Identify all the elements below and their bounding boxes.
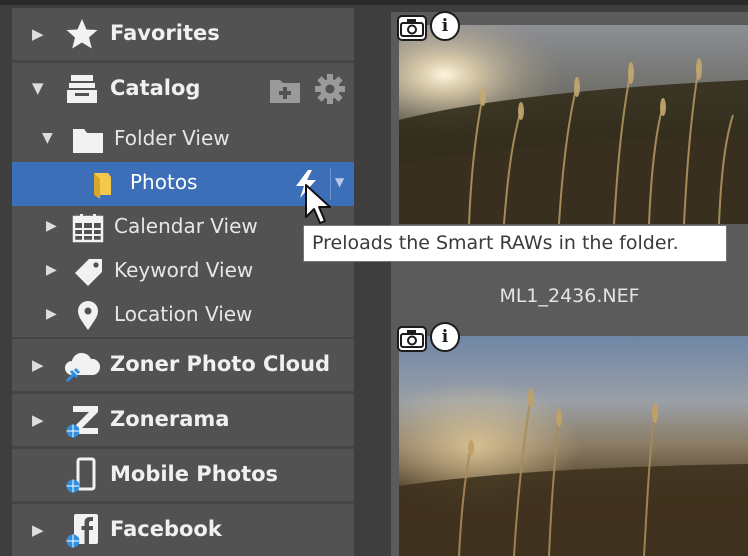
tree-item-folder-view[interactable]: ▼ Folder View	[12, 118, 354, 162]
collapse-arrow-icon[interactable]: ▼	[42, 130, 53, 146]
camera-icon	[397, 326, 427, 352]
tag-icon	[75, 259, 102, 286]
section-favorites[interactable]: ▶ Favorites	[12, 8, 354, 60]
camera-icon	[397, 15, 427, 41]
info-icon[interactable]: i	[430, 11, 460, 41]
calendar-icon	[72, 214, 104, 243]
mouse-cursor-icon	[305, 184, 331, 224]
location-pin-icon	[78, 301, 98, 330]
star-icon	[66, 19, 98, 49]
folder-icon	[94, 173, 111, 199]
section-facebook[interactable]: ▶ Facebook	[12, 504, 354, 556]
cloud-icon	[65, 352, 100, 383]
expand-arrow-icon[interactable]: ▶	[46, 306, 57, 322]
thumbnail-filename: ML1_2436.NEF	[499, 285, 640, 307]
tree-item-photos[interactable]: Photos ▼	[12, 162, 354, 206]
section-label: Zonerama	[110, 407, 230, 431]
thumbnail-image[interactable]	[399, 336, 748, 556]
section-label: Favorites	[110, 21, 220, 45]
tree-item-location-view[interactable]: ▶ Location View	[12, 294, 354, 338]
tree-item-label: Keyword View	[114, 258, 254, 282]
expand-arrow-icon[interactable]: ▶	[32, 25, 44, 43]
section-mobile-photos[interactable]: Mobile Photos	[12, 449, 354, 501]
section-zoner-photo-cloud[interactable]: ▶ Zoner Photo Cloud	[12, 339, 354, 391]
section-catalog[interactable]: ▼ Catalog	[12, 63, 354, 115]
zonerama-icon	[66, 406, 98, 438]
gear-icon[interactable]	[314, 73, 346, 105]
tree-item-label: Photos	[130, 170, 198, 194]
catalog-icon	[67, 75, 97, 103]
section-label: Catalog	[110, 76, 201, 100]
dropdown-arrow-icon[interactable]: ▼	[335, 175, 344, 189]
window-top-edge	[0, 0, 748, 5]
expand-arrow-icon[interactable]: ▶	[32, 411, 44, 429]
tree-item-label: Folder View	[114, 126, 230, 150]
section-zonerama[interactable]: ▶ Zonerama	[12, 394, 354, 446]
tree-item-label: Location View	[114, 302, 253, 326]
expand-arrow-icon[interactable]: ▶	[46, 262, 57, 278]
section-label: Zoner Photo Cloud	[110, 352, 331, 376]
section-label: Mobile Photos	[110, 462, 279, 486]
info-icon[interactable]: i	[430, 322, 460, 352]
folder-icon	[73, 129, 103, 153]
expand-arrow-icon[interactable]: ▶	[46, 218, 57, 234]
collapse-arrow-icon[interactable]: ▼	[32, 79, 44, 97]
facebook-icon	[66, 514, 98, 548]
tooltip: Preloads the Smart RAWs in the folder.	[303, 225, 727, 262]
expand-arrow-icon[interactable]: ▶	[32, 521, 44, 539]
add-folder-icon[interactable]	[269, 76, 301, 104]
section-label: Facebook	[110, 517, 222, 541]
tree-item-label: Calendar View	[114, 214, 258, 238]
expand-arrow-icon[interactable]: ▶	[32, 356, 44, 374]
smartphone-icon	[66, 457, 96, 493]
thumbnail-image[interactable]	[399, 25, 748, 224]
